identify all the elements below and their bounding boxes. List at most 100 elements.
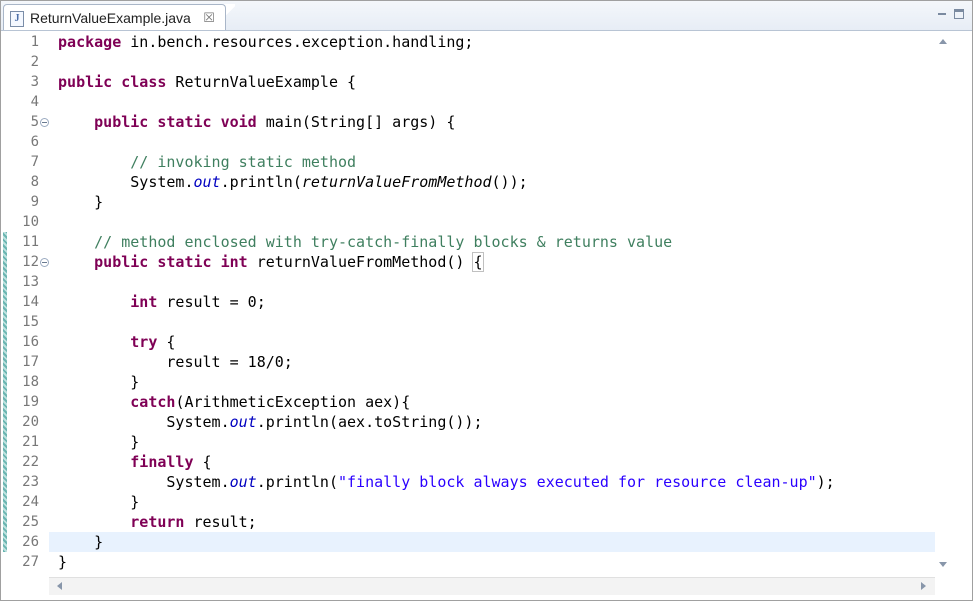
code-token xyxy=(58,293,130,311)
code-token xyxy=(58,153,130,171)
code-token: ); xyxy=(817,473,835,491)
keyword-token: public xyxy=(58,73,112,91)
line-number: 26 xyxy=(22,532,39,552)
minimize-icon[interactable] xyxy=(937,9,947,19)
code-line: } xyxy=(49,432,935,452)
code-line: // invoking static method xyxy=(49,152,935,172)
editor-tab[interactable]: J ReturnValueExample.java ☒ xyxy=(3,4,226,30)
editor-tab-bar: J ReturnValueExample.java ☒ xyxy=(1,1,972,31)
code-token xyxy=(112,73,121,91)
code-token: result; xyxy=(184,513,256,531)
keyword-token: finally xyxy=(130,453,193,471)
line-number: 5 xyxy=(31,112,39,132)
code-token: (ArithmeticException aex){ xyxy=(175,393,410,411)
code-line: public static void main(String[] args) { xyxy=(49,112,935,132)
string-token: "finally block always executed for resou… xyxy=(338,473,817,491)
code-token: } xyxy=(58,433,139,451)
code-token: in.bench.resources.exception.handling; xyxy=(121,33,473,51)
line-number: 27 xyxy=(22,552,39,572)
code-line: } xyxy=(49,372,935,392)
code-token: } xyxy=(58,533,103,551)
comment-token: // invoking static method xyxy=(130,153,356,171)
horizontal-scrollbar[interactable] xyxy=(49,577,935,595)
code-token: } xyxy=(58,373,139,391)
keyword-token: void xyxy=(221,113,257,131)
code-token: } xyxy=(58,493,139,511)
fold-collapse-icon[interactable] xyxy=(40,258,49,267)
code-line: catch(ArithmeticException aex){ xyxy=(49,392,935,412)
code-token: System. xyxy=(58,173,193,191)
scroll-up-icon[interactable] xyxy=(939,39,947,44)
line-number: 16 xyxy=(22,332,39,352)
code-line: } xyxy=(49,192,935,212)
keyword-token: public xyxy=(94,113,148,131)
code-line: try { xyxy=(49,332,935,352)
scroll-right-icon[interactable] xyxy=(921,582,926,590)
code-token: } xyxy=(58,193,103,211)
code-token: } xyxy=(58,553,67,571)
line-number: 2 xyxy=(31,52,39,72)
code-token: main(String[] args) { xyxy=(257,113,456,131)
keyword-token: int xyxy=(130,293,157,311)
code-token: result = 18/0; xyxy=(58,353,293,371)
code-line: public class ReturnValueExample { xyxy=(49,72,935,92)
field-token: out xyxy=(230,473,257,491)
line-number: 15 xyxy=(22,312,39,332)
code-line xyxy=(49,272,935,292)
code-token: System. xyxy=(58,473,230,491)
fold-collapse-icon[interactable] xyxy=(40,118,49,127)
code-area[interactable]: package in.bench.resources.exception.han… xyxy=(49,31,935,577)
line-number: 20 xyxy=(22,412,39,432)
keyword-token: package xyxy=(58,33,121,51)
code-line xyxy=(49,132,935,152)
keyword-token: return xyxy=(130,513,184,531)
code-token: System. xyxy=(58,413,230,431)
code-line xyxy=(49,52,935,72)
code-line: int result = 0; xyxy=(49,292,935,312)
keyword-token: try xyxy=(130,333,157,351)
code-line: // method enclosed with try-catch-finall… xyxy=(49,232,935,252)
code-token: ()); xyxy=(492,173,528,191)
line-number: 12 xyxy=(22,252,39,272)
line-number: 4 xyxy=(31,92,39,112)
code-line: package in.bench.resources.exception.han… xyxy=(49,32,935,52)
code-line: result = 18/0; xyxy=(49,352,935,372)
code-token: ReturnValueExample { xyxy=(166,73,356,91)
line-number: 1 xyxy=(31,32,39,52)
line-number: 25 xyxy=(22,512,39,532)
code-token xyxy=(58,113,94,131)
line-number: 17 xyxy=(22,352,39,372)
scroll-left-icon[interactable] xyxy=(57,582,62,590)
code-line: finally { xyxy=(49,452,935,472)
field-token: out xyxy=(194,173,221,191)
line-number: 13 xyxy=(22,272,39,292)
line-number-gutter: 1234567891011121314151617181920212223242… xyxy=(9,31,49,577)
code-line: } xyxy=(49,492,935,512)
line-number: 23 xyxy=(22,472,39,492)
keyword-token: static xyxy=(157,113,211,131)
maximize-icon[interactable] xyxy=(954,9,964,19)
comment-token: // method enclosed with try-catch-finall… xyxy=(94,233,672,251)
tab-close-icon[interactable]: ☒ xyxy=(203,5,215,31)
code-token xyxy=(58,393,130,411)
scroll-down-icon[interactable] xyxy=(939,562,947,567)
keyword-token: static xyxy=(157,253,211,271)
change-bar xyxy=(3,232,7,552)
code-token xyxy=(212,113,221,131)
code-token: { xyxy=(157,333,175,351)
code-token: { xyxy=(473,253,482,271)
line-number: 11 xyxy=(22,232,39,252)
code-token: .println(aex.toString()); xyxy=(257,413,483,431)
code-token xyxy=(58,333,130,351)
line-number: 10 xyxy=(22,212,39,232)
editor-window: J ReturnValueExample.java ☒ 123456789101… xyxy=(0,0,973,601)
code-token xyxy=(58,453,130,471)
editor-tab-title: ReturnValueExample.java xyxy=(30,10,191,26)
vertical-scrollbar[interactable] xyxy=(935,31,952,577)
code-token: .println( xyxy=(257,473,338,491)
code-line xyxy=(49,312,935,332)
code-line: System.out.println("finally block always… xyxy=(49,472,935,492)
quick-diff-ruler xyxy=(1,31,9,577)
code-token: result = 0; xyxy=(157,293,265,311)
code-editor[interactable]: 1234567891011121314151617181920212223242… xyxy=(1,31,972,600)
